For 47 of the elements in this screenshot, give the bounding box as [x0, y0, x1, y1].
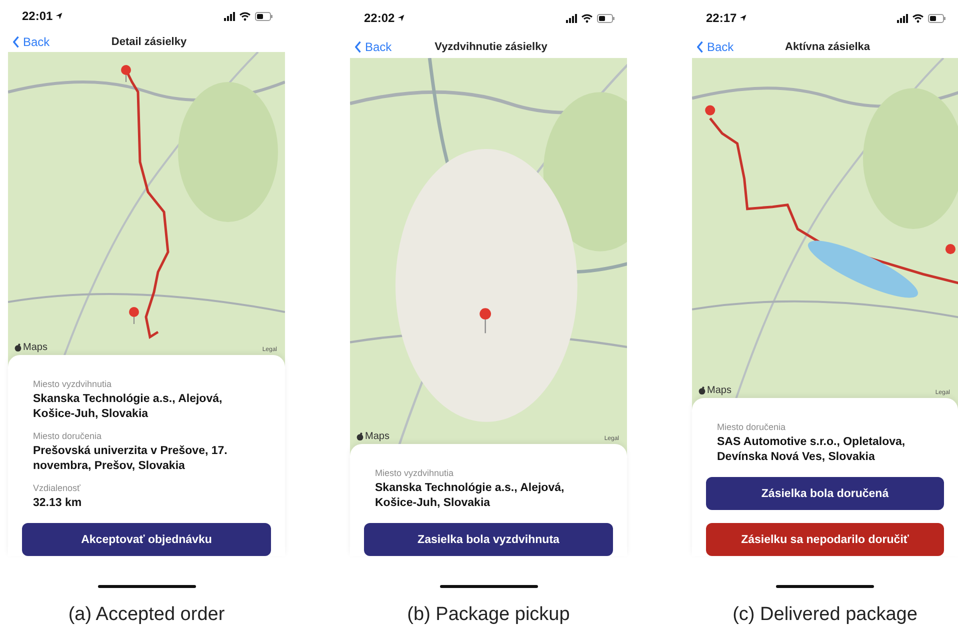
failed-delivery-button[interactable]: Zásielku sa nepodarilo doručiť — [706, 523, 944, 556]
field-value: 32.13 km — [33, 496, 83, 511]
maps-label: Maps — [365, 431, 390, 442]
apple-logo-icon — [14, 343, 22, 352]
field-value: Skanska Technológie a.s., Alejová, Košice-Juh, Slovakia — [375, 481, 566, 511]
apple-logo-icon — [356, 432, 364, 441]
wifi-icon — [912, 14, 924, 22]
status-time: 22:17 — [706, 11, 737, 25]
screen-title: Detail zásielky — [110, 36, 188, 48]
battery-icon — [928, 14, 946, 22]
field-label: Miesto doručenia — [33, 431, 103, 441]
maps-label: Maps — [707, 385, 732, 396]
figure-caption: (b) Package pickup — [406, 603, 571, 626]
signal-icon — [566, 14, 577, 22]
back-link[interactable]: Back — [8, 35, 83, 50]
screen-title: Vyzdvihnutie zásielky — [434, 41, 548, 53]
figure-caption: (c) Delivered package — [732, 603, 918, 626]
location-arrow-icon — [54, 12, 63, 20]
action-button[interactable]: Akceptovať objednávku — [22, 523, 271, 556]
field-label: Miesto vyzdvihnutia — [375, 468, 455, 478]
chevron-left-icon — [697, 41, 704, 53]
status-time: 22:01 — [22, 9, 53, 24]
field-value: Prešovská univerzita v Prešove, 17. novembra, Prešov, Slovakia — [33, 444, 228, 474]
field-label: Vzdialenosť — [33, 483, 82, 493]
signal-icon — [224, 12, 235, 21]
battery-icon — [597, 14, 615, 22]
location-arrow-icon — [396, 14, 405, 22]
signal-icon — [897, 14, 908, 22]
chevron-left-icon — [355, 41, 362, 53]
field-label: Miesto vyzdvihnutia — [33, 379, 113, 389]
chevron-left-icon — [13, 36, 20, 48]
field-value: Skanska Technológie a.s., Alejová, Košice-Juh, Slovakia — [33, 392, 224, 422]
field-value: SAS Automotive s.r.o., Opletalova, Devínska Nová Ves, Slovakia — [717, 435, 906, 465]
wifi-icon — [239, 12, 251, 21]
figure-caption: (a) Accepted order — [67, 603, 226, 626]
action-button[interactable]: Zásielka bola doručená — [706, 477, 944, 510]
field-label: Miesto doručenia — [717, 422, 787, 432]
back-link[interactable]: Back — [692, 40, 767, 54]
maps-label: Maps — [23, 342, 48, 353]
status-time: 22:02 — [364, 11, 395, 25]
apple-logo-icon — [698, 386, 706, 395]
location-arrow-icon — [738, 14, 747, 22]
battery-icon — [255, 12, 273, 21]
action-button[interactable]: Zasielka bola vyzdvihnuta — [364, 523, 613, 556]
wifi-icon — [581, 14, 593, 22]
screen-title: Aktívna zásielka — [784, 41, 871, 53]
back-link[interactable]: Back — [350, 40, 425, 54]
